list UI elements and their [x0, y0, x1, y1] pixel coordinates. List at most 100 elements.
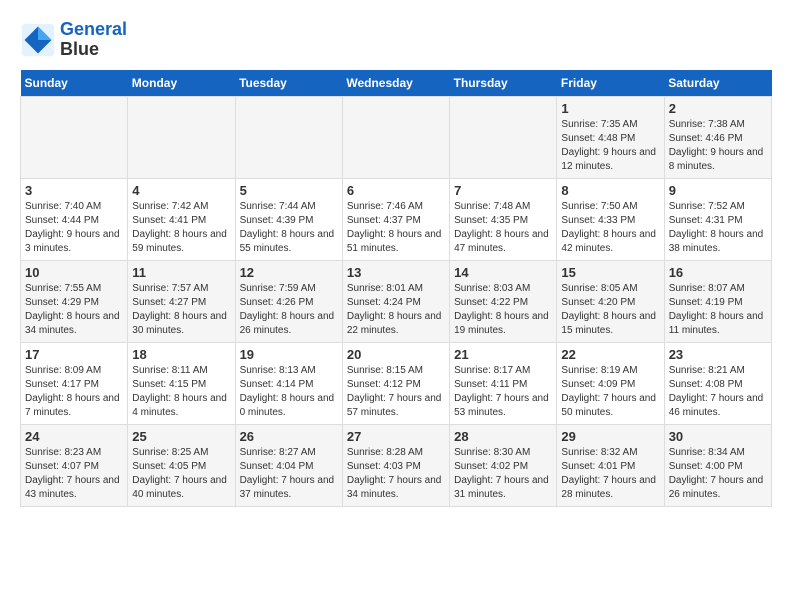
header-thursday: Thursday — [450, 70, 557, 97]
calendar-cell: 29Sunrise: 8:32 AM Sunset: 4:01 PM Dayli… — [557, 424, 664, 506]
calendar-cell: 19 Sunrise: 8:13 AM Sunset: 4:14 PM Dayli… — [235, 342, 342, 424]
calendar-cell: 1 Sunrise: 7:35 AM Sunset: 4:48 PM Daylig… — [557, 96, 664, 178]
calendar-cell: 3Sunrise: 7:40 AM Sunset: 4:44 PM Daylig… — [21, 178, 128, 260]
day-info: Sunrise: 7:40 AM Sunset: 4:44 PM Dayligh… — [25, 200, 123, 256]
day-info: Sunrise: 8:01 AM Sunset: 4:24 PM Dayligh… — [347, 282, 445, 338]
day-info: Sunrise: 7:55 AM Sunset: 4:29 PM Dayligh… — [25, 282, 123, 338]
day-info: Sunrise: 8:03 AM Sunset: 4:22 PM Dayligh… — [454, 282, 552, 338]
calendar-cell: 14 Sunrise: 8:03 AM Sunset: 4:22 PM Dayli… — [450, 260, 557, 342]
day-info: Sunrise: 7:38 AM Sunset: 4:46 PM Dayligh… — [669, 118, 767, 174]
calendar-cell: 24 Sunrise: 8:23 AM Sunset: 4:07 PM Dayli… — [21, 424, 128, 506]
day-info: Sunrise: 8:21 AM Sunset: 4:08 PM Dayligh… — [669, 364, 767, 420]
day-info: Sunrise: 7:59 AM Sunset: 4:26 PM Dayligh… — [240, 282, 338, 338]
day-number: 24 — [25, 429, 123, 444]
week-row-2: 3Sunrise: 7:40 AM Sunset: 4:44 PM Daylig… — [21, 178, 772, 260]
calendar-cell: 21 Sunrise: 8:17 AM Sunset: 4:11 PM Dayli… — [450, 342, 557, 424]
day-number: 28 — [454, 429, 552, 444]
day-number: 14 — [454, 265, 552, 280]
day-info: Sunrise: 8:28 AM Sunset: 4:03 PM Dayligh… — [347, 446, 445, 502]
day-info: Sunrise: 7:44 AM Sunset: 4:39 PM Dayligh… — [240, 200, 338, 256]
calendar-cell — [450, 96, 557, 178]
day-info: Sunrise: 8:25 AM Sunset: 4:05 PM Dayligh… — [132, 446, 230, 502]
calendar-cell: 28 Sunrise: 8:30 AM Sunset: 4:02 PM Dayli… — [450, 424, 557, 506]
day-info: Sunrise: 8:34 AM Sunset: 4:00 PM Dayligh… — [669, 446, 767, 502]
day-info: Sunrise: 7:42 AM Sunset: 4:41 PM Dayligh… — [132, 200, 230, 256]
header-saturday: Saturday — [664, 70, 771, 97]
day-number: 7 — [454, 183, 552, 198]
day-number: 26 — [240, 429, 338, 444]
day-info: Sunrise: 7:46 AM Sunset: 4:37 PM Dayligh… — [347, 200, 445, 256]
calendar-cell: 9 Sunrise: 7:52 AM Sunset: 4:31 PM Daylig… — [664, 178, 771, 260]
day-number: 6 — [347, 183, 445, 198]
day-info: Sunrise: 8:11 AM Sunset: 4:15 PM Dayligh… — [132, 364, 230, 420]
day-info: Sunrise: 8:09 AM Sunset: 4:17 PM Dayligh… — [25, 364, 123, 420]
logo-icon — [20, 22, 56, 58]
calendar-cell: 23 Sunrise: 8:21 AM Sunset: 4:08 PM Dayli… — [664, 342, 771, 424]
day-info: Sunrise: 7:35 AM Sunset: 4:48 PM Dayligh… — [561, 118, 659, 174]
day-info: Sunrise: 8:07 AM Sunset: 4:19 PM Dayligh… — [669, 282, 767, 338]
calendar-cell: 13Sunrise: 8:01 AM Sunset: 4:24 PM Dayli… — [342, 260, 449, 342]
day-number: 4 — [132, 183, 230, 198]
day-number: 16 — [669, 265, 767, 280]
day-info: Sunrise: 8:13 AM Sunset: 4:14 PM Dayligh… — [240, 364, 338, 420]
calendar-cell: 5 Sunrise: 7:44 AM Sunset: 4:39 PM Daylig… — [235, 178, 342, 260]
day-number: 11 — [132, 265, 230, 280]
header-friday: Friday — [557, 70, 664, 97]
week-row-3: 10 Sunrise: 7:55 AM Sunset: 4:29 PM Dayli… — [21, 260, 772, 342]
day-info: Sunrise: 8:23 AM Sunset: 4:07 PM Dayligh… — [25, 446, 123, 502]
calendar-cell: 4 Sunrise: 7:42 AM Sunset: 4:41 PM Daylig… — [128, 178, 235, 260]
day-number: 8 — [561, 183, 659, 198]
day-number: 25 — [132, 429, 230, 444]
week-row-5: 24 Sunrise: 8:23 AM Sunset: 4:07 PM Dayli… — [21, 424, 772, 506]
day-info: Sunrise: 7:48 AM Sunset: 4:35 PM Dayligh… — [454, 200, 552, 256]
header-wednesday: Wednesday — [342, 70, 449, 97]
day-number: 19 — [240, 347, 338, 362]
calendar-table: SundayMondayTuesdayWednesdayThursdayFrid… — [20, 70, 772, 507]
header-sunday: Sunday — [21, 70, 128, 97]
day-info: Sunrise: 8:27 AM Sunset: 4:04 PM Dayligh… — [240, 446, 338, 502]
calendar-cell: 11Sunrise: 7:57 AM Sunset: 4:27 PM Dayli… — [128, 260, 235, 342]
calendar-cell: 7 Sunrise: 7:48 AM Sunset: 4:35 PM Daylig… — [450, 178, 557, 260]
calendar-cell: 2 Sunrise: 7:38 AM Sunset: 4:46 PM Daylig… — [664, 96, 771, 178]
calendar-cell: 25 Sunrise: 8:25 AM Sunset: 4:05 PM Dayli… — [128, 424, 235, 506]
calendar-cell: 6 Sunrise: 7:46 AM Sunset: 4:37 PM Daylig… — [342, 178, 449, 260]
day-info: Sunrise: 8:30 AM Sunset: 4:02 PM Dayligh… — [454, 446, 552, 502]
day-number: 10 — [25, 265, 123, 280]
day-info: Sunrise: 7:50 AM Sunset: 4:33 PM Dayligh… — [561, 200, 659, 256]
calendar-cell: 16 Sunrise: 8:07 AM Sunset: 4:19 PM Dayli… — [664, 260, 771, 342]
day-info: Sunrise: 7:52 AM Sunset: 4:31 PM Dayligh… — [669, 200, 767, 256]
calendar-cell: 15 Sunrise: 8:05 AM Sunset: 4:20 PM Dayli… — [557, 260, 664, 342]
day-info: Sunrise: 8:19 AM Sunset: 4:09 PM Dayligh… — [561, 364, 659, 420]
day-number: 21 — [454, 347, 552, 362]
day-number: 23 — [669, 347, 767, 362]
day-number: 15 — [561, 265, 659, 280]
day-number: 22 — [561, 347, 659, 362]
calendar-cell: 18 Sunrise: 8:11 AM Sunset: 4:15 PM Dayli… — [128, 342, 235, 424]
day-number: 12 — [240, 265, 338, 280]
calendar-cell: 20Sunrise: 8:15 AM Sunset: 4:12 PM Dayli… — [342, 342, 449, 424]
calendar-cell: 30Sunrise: 8:34 AM Sunset: 4:00 PM Dayli… — [664, 424, 771, 506]
calendar-cell — [21, 96, 128, 178]
day-number: 20 — [347, 347, 445, 362]
day-number: 1 — [561, 101, 659, 116]
header-monday: Monday — [128, 70, 235, 97]
day-number: 29 — [561, 429, 659, 444]
calendar-cell: 8 Sunrise: 7:50 AM Sunset: 4:33 PM Daylig… — [557, 178, 664, 260]
day-number: 5 — [240, 183, 338, 198]
header-tuesday: Tuesday — [235, 70, 342, 97]
calendar-cell — [235, 96, 342, 178]
day-info: Sunrise: 8:17 AM Sunset: 4:11 PM Dayligh… — [454, 364, 552, 420]
day-number: 17 — [25, 347, 123, 362]
week-row-4: 17 Sunrise: 8:09 AM Sunset: 4:17 PM Dayli… — [21, 342, 772, 424]
day-info: Sunrise: 8:05 AM Sunset: 4:20 PM Dayligh… — [561, 282, 659, 338]
calendar-cell: 26 Sunrise: 8:27 AM Sunset: 4:04 PM Dayli… — [235, 424, 342, 506]
week-row-1: 1 Sunrise: 7:35 AM Sunset: 4:48 PM Daylig… — [21, 96, 772, 178]
page-header: General Blue — [20, 20, 772, 60]
logo-text: General Blue — [60, 20, 127, 60]
day-number: 18 — [132, 347, 230, 362]
calendar-cell: 12 Sunrise: 7:59 AM Sunset: 4:26 PM Dayli… — [235, 260, 342, 342]
day-number: 9 — [669, 183, 767, 198]
day-number: 2 — [669, 101, 767, 116]
calendar-cell — [128, 96, 235, 178]
calendar-cell — [342, 96, 449, 178]
